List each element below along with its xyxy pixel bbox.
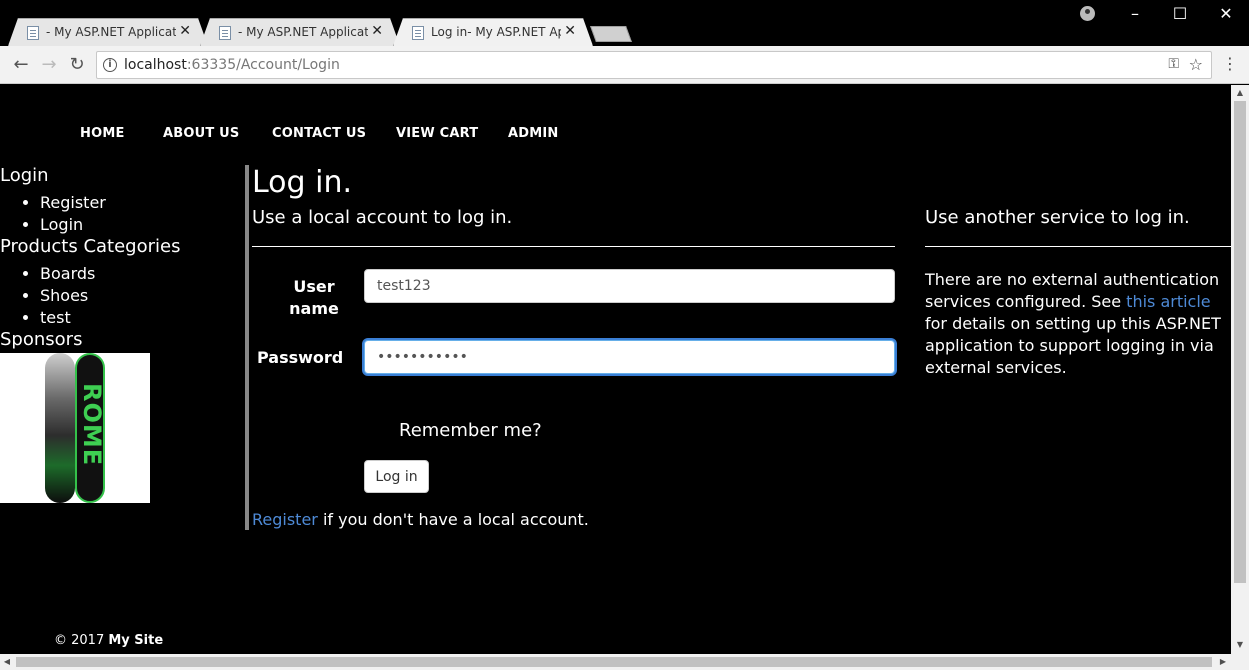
- maximize-icon[interactable]: ☐: [1170, 4, 1190, 23]
- remember-me-label[interactable]: Remember me?: [399, 420, 542, 441]
- address-bar[interactable]: i localhost:63335/Account/Login ⚿ ☆: [96, 51, 1212, 79]
- category-list: Boards Shoes test: [0, 263, 240, 329]
- arrow-left-icon[interactable]: ←: [10, 54, 32, 75]
- page-icon: [27, 26, 39, 40]
- profile-icon[interactable]: [1080, 6, 1095, 21]
- info-icon[interactable]: i: [103, 58, 117, 72]
- star-icon[interactable]: ☆: [1189, 55, 1203, 74]
- footer-site-name: My Site: [108, 633, 164, 648]
- login-button[interactable]: Log in: [364, 460, 429, 493]
- page-icon: [412, 26, 424, 40]
- register-link[interactable]: Register: [252, 510, 318, 529]
- sidebar: Login Register Login Products Categories…: [0, 165, 240, 503]
- sidebar-item-test[interactable]: test: [40, 307, 240, 329]
- browser-tab-2[interactable]: - My ASP.NET Applicatio ✕: [200, 18, 400, 46]
- reload-icon[interactable]: ↻: [66, 54, 88, 75]
- page-content: HOME ABOUT US CONTACT US VIEW CART ADMIN…: [0, 85, 1231, 654]
- tab-title: Log in- My ASP.NET Appl: [431, 25, 558, 39]
- tab-title: - My ASP.NET Applicatio: [238, 25, 368, 39]
- external-subtitle: Use another service to log in.: [925, 207, 1190, 228]
- url-host: localhost: [124, 57, 187, 73]
- page-title: Log in.: [252, 165, 353, 200]
- browser-tab-1[interactable]: - My ASP.NET Applicatio ✕: [8, 18, 208, 46]
- register-suffix: if you don't have a local account.: [317, 510, 589, 529]
- snowboard-left: [45, 353, 75, 503]
- browser-toolbar: ← → ↻ i localhost:63335/Account/Login ⚿ …: [0, 46, 1249, 84]
- url-text[interactable]: localhost:63335/Account/Login: [124, 57, 340, 73]
- kebab-menu-icon[interactable]: ⋮: [1222, 54, 1238, 73]
- register-prompt: Register if you don't have a local accou…: [252, 510, 589, 529]
- arrow-right-icon[interactable]: →: [38, 54, 60, 75]
- tab-strip: - My ASP.NET Applicatio ✕ - My ASP.NET A…: [0, 0, 1249, 46]
- categories-heading: Products Categories: [0, 236, 181, 257]
- scroll-right-icon[interactable]: ▶: [1216, 657, 1230, 666]
- sponsors-heading: Sponsors: [0, 329, 83, 350]
- nav-home[interactable]: HOME: [80, 126, 125, 141]
- tab-title: - My ASP.NET Applicatio: [46, 25, 176, 39]
- horizontal-scrollbar[interactable]: ◀ ▶: [0, 654, 1249, 670]
- external-text-after: for details on setting up this ASP.NET a…: [925, 314, 1221, 377]
- sidebar-item-login[interactable]: Login: [40, 214, 240, 236]
- footer: © 2017 My Site: [54, 633, 163, 648]
- nav-view-cart[interactable]: VIEW CART: [396, 126, 478, 141]
- footer-copyright: © 2017: [54, 633, 109, 648]
- password-input[interactable]: [364, 340, 895, 374]
- section-divider: [252, 246, 895, 247]
- close-icon[interactable]: ✕: [179, 23, 191, 39]
- vertical-scrollbar[interactable]: ▲ ▼: [1231, 85, 1249, 654]
- url-path: :63335/Account/Login: [186, 57, 340, 73]
- key-icon[interactable]: ⚿: [1168, 56, 1179, 72]
- minimize-icon[interactable]: –: [1125, 4, 1145, 23]
- sidebar-item-shoes[interactable]: Shoes: [40, 285, 240, 307]
- local-account-subtitle: Use a local account to log in.: [252, 207, 513, 228]
- sponsor-snowboard-image[interactable]: ROME: [0, 353, 150, 503]
- site-navbar: HOME ABOUT US CONTACT US VIEW CART ADMIN: [0, 85, 1231, 165]
- horizontal-scroll-thumb[interactable]: [16, 657, 1212, 667]
- window-close-icon[interactable]: ✕: [1216, 4, 1236, 23]
- login-heading: Login: [0, 165, 49, 186]
- sponsor-logo-text: ROME: [78, 383, 106, 467]
- content-divider: [245, 165, 249, 530]
- password-label: Password: [257, 348, 344, 367]
- section-divider: [925, 246, 1231, 247]
- page-icon: [219, 26, 231, 40]
- close-icon[interactable]: ✕: [371, 23, 383, 39]
- scroll-left-icon[interactable]: ◀: [0, 657, 14, 666]
- vertical-scroll-thumb[interactable]: [1234, 101, 1246, 583]
- nav-about-us[interactable]: ABOUT US: [163, 126, 240, 141]
- close-icon[interactable]: ✕: [564, 23, 576, 39]
- nav-contact-us[interactable]: CONTACT US: [272, 126, 366, 141]
- sidebar-item-boards[interactable]: Boards: [40, 263, 240, 285]
- new-tab-button[interactable]: [590, 26, 632, 42]
- nav-admin[interactable]: ADMIN: [508, 126, 559, 141]
- username-label: User name: [289, 277, 339, 318]
- browser-tab-3[interactable]: Log in- My ASP.NET Appl ✕: [393, 18, 593, 46]
- username-input[interactable]: [364, 269, 895, 303]
- scroll-up-icon[interactable]: ▲: [1231, 88, 1249, 97]
- article-link[interactable]: this article: [1126, 292, 1210, 311]
- external-info-text: There are no external authentication ser…: [925, 269, 1225, 379]
- scroll-down-icon[interactable]: ▼: [1231, 640, 1249, 649]
- sidebar-item-register[interactable]: Register: [40, 192, 240, 214]
- account-links: Register Login: [0, 192, 240, 236]
